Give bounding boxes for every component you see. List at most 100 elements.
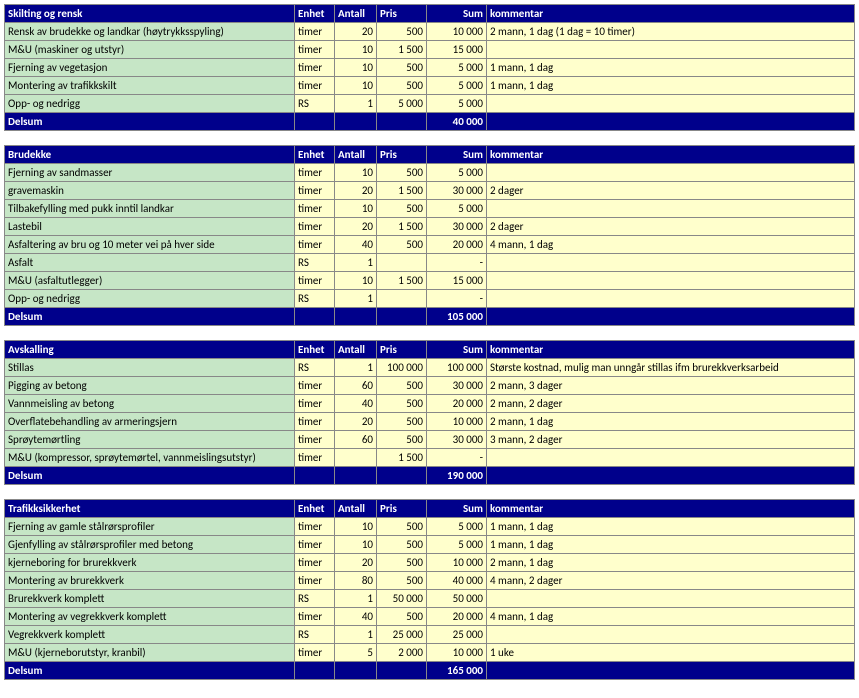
delsum-empty xyxy=(295,308,335,326)
cell-kommentar: 2 dager xyxy=(487,182,855,200)
cell-enhet: timer xyxy=(295,572,335,590)
cell-kommentar xyxy=(487,590,855,608)
cell-kommentar xyxy=(487,449,855,467)
delsum-empty xyxy=(377,467,427,485)
cell-kommentar xyxy=(487,626,855,644)
cell-kommentar xyxy=(487,164,855,182)
table-row: Montering av trafikkskilttimer105005 000… xyxy=(5,77,855,95)
cell-kommentar: 4 mann, 1 dag xyxy=(487,608,855,626)
cell-enhet: timer xyxy=(295,536,335,554)
delsum-empty xyxy=(487,467,855,485)
cell-sum: 20 000 xyxy=(427,608,487,626)
cell-desc: Lastebil xyxy=(5,218,295,236)
cell-antall: 20 xyxy=(335,182,377,200)
cell-antall: 10 xyxy=(335,59,377,77)
col-enhet: Enhet xyxy=(295,500,335,518)
section-title: Trafikksikkerhet xyxy=(5,500,295,518)
cell-desc: Rensk av brudekke og landkar (høytrykkss… xyxy=(5,23,295,41)
cell-desc: Tilbakefylling med pukk inntil landkar xyxy=(5,200,295,218)
table-row: M&U (maskiner og utstyr)timer101 50015 0… xyxy=(5,41,855,59)
cell-antall: 40 xyxy=(335,236,377,254)
section-title: Avskalling xyxy=(5,341,295,359)
col-kommentar: kommentar xyxy=(487,146,855,164)
cell-desc: Opp- og nedrigg xyxy=(5,290,295,308)
cell-sum: 50 000 xyxy=(427,590,487,608)
cell-pris: 25 000 xyxy=(377,626,427,644)
cell-antall: 10 xyxy=(335,200,377,218)
cell-enhet: timer xyxy=(295,518,335,536)
col-pris: Pris xyxy=(377,341,427,359)
cell-kommentar: Største kostnad, mulig man unngår stilla… xyxy=(487,359,855,377)
cell-antall: 20 xyxy=(335,413,377,431)
col-antall: Antall xyxy=(335,146,377,164)
col-antall: Antall xyxy=(335,500,377,518)
col-pris: Pris xyxy=(377,5,427,23)
cell-antall: 20 xyxy=(335,554,377,572)
section-header-row: BrudekkeEnhetAntallPrisSumkommentar xyxy=(5,146,855,164)
cell-pris: 1 500 xyxy=(377,182,427,200)
col-sum: Sum xyxy=(427,500,487,518)
cell-kommentar: 1 uke xyxy=(487,644,855,662)
delsum-row: Delsum105 000 xyxy=(5,308,855,326)
cell-desc: M&U (maskiner og utstyr) xyxy=(5,41,295,59)
cell-desc: Fjerning av vegetasjon xyxy=(5,59,295,77)
cell-desc: Stillas xyxy=(5,359,295,377)
cell-kommentar: 1 mann, 1 dag xyxy=(487,59,855,77)
table-row: Fjerning av gamle stålrørsprofilertimer1… xyxy=(5,518,855,536)
table-row: gravemaskintimer201 50030 0002 dager xyxy=(5,182,855,200)
cell-desc: Fjerning av sandmasser xyxy=(5,164,295,182)
cell-pris: 500 xyxy=(377,431,427,449)
cell-desc: Pigging av betong xyxy=(5,377,295,395)
cell-antall: 10 xyxy=(335,77,377,95)
cell-sum: 5 000 xyxy=(427,518,487,536)
cell-sum: 15 000 xyxy=(427,272,487,290)
table-row: M&U (kompressor, sprøytemørtel, vannmeis… xyxy=(5,449,855,467)
cell-enhet: timer xyxy=(295,59,335,77)
table-row: Opp- og nedriggRS1- xyxy=(5,290,855,308)
delsum-label: Delsum xyxy=(5,662,295,680)
table-row: Montering av brurekkverktimer8050040 000… xyxy=(5,572,855,590)
cell-antall: 1 xyxy=(335,254,377,272)
cell-desc: kjerneboring for brurekkverk xyxy=(5,554,295,572)
delsum-empty xyxy=(335,113,377,131)
cell-pris: 500 xyxy=(377,608,427,626)
cell-pris: 500 xyxy=(377,554,427,572)
cell-kommentar: 1 mann, 1 dag xyxy=(487,77,855,95)
cell-desc: M&U (kompressor, sprøytemørtel, vannmeis… xyxy=(5,449,295,467)
delsum-value: 165 000 xyxy=(427,662,487,680)
cell-enhet: timer xyxy=(295,182,335,200)
col-pris: Pris xyxy=(377,146,427,164)
cell-pris: 1 500 xyxy=(377,41,427,59)
cell-pris: 1 500 xyxy=(377,218,427,236)
table-row: Brurekkverk komplettRS150 00050 000 xyxy=(5,590,855,608)
cell-desc: Montering av vegrekkverk komplett xyxy=(5,608,295,626)
table-row: M&U (kjerneborutstyr, kranbil)timer52 00… xyxy=(5,644,855,662)
table-row: Opp- og nedriggRS15 0005 000 xyxy=(5,95,855,113)
cell-antall: 1 xyxy=(335,626,377,644)
cell-antall: 10 xyxy=(335,536,377,554)
table-row: Overflatebehandling av armeringsjerntime… xyxy=(5,413,855,431)
cell-pris: 500 xyxy=(377,413,427,431)
delsum-empty xyxy=(295,662,335,680)
cell-pris: 500 xyxy=(377,77,427,95)
cell-pris: 500 xyxy=(377,395,427,413)
cost-section-table: AvskallingEnhetAntallPrisSumkommentarSti… xyxy=(4,340,855,485)
cell-kommentar: 2 mann, 2 dager xyxy=(487,395,855,413)
cell-desc: Fjerning av gamle stålrørsprofiler xyxy=(5,518,295,536)
cell-pris: 500 xyxy=(377,572,427,590)
delsum-label: Delsum xyxy=(5,308,295,326)
cell-sum: 20 000 xyxy=(427,236,487,254)
cell-pris: 500 xyxy=(377,59,427,77)
cell-antall: 5 xyxy=(335,644,377,662)
col-kommentar: kommentar xyxy=(487,341,855,359)
table-row: Sprøytemørtlingtimer6050030 0003 mann, 2… xyxy=(5,431,855,449)
table-row: Asfaltering av bru og 10 meter vei på hv… xyxy=(5,236,855,254)
delsum-empty xyxy=(295,113,335,131)
cost-section-table: Skilting og renskEnhetAntallPrisSumkomme… xyxy=(4,4,855,131)
cost-section-table: TrafikksikkerhetEnhetAntallPrisSumkommen… xyxy=(4,499,855,680)
section-title: Skilting og rensk xyxy=(5,5,295,23)
cell-sum: 10 000 xyxy=(427,23,487,41)
cell-sum: 100 000 xyxy=(427,359,487,377)
delsum-empty xyxy=(295,467,335,485)
cell-kommentar xyxy=(487,41,855,59)
